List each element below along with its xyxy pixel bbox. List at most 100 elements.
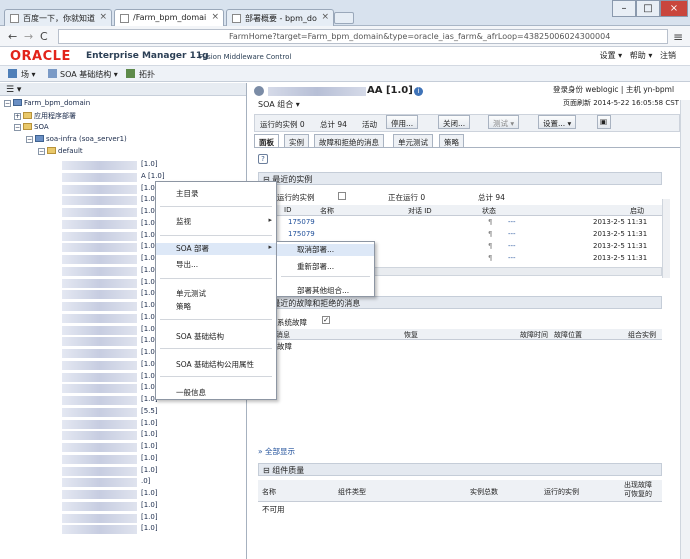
close-icon[interactable]: × [321,12,329,22]
farm-menu[interactable]: 场 ▾ [21,69,36,80]
list-icon[interactable]: ☰ ▾ [6,85,21,95]
menu-item-home[interactable]: 主目录 [156,188,276,199]
menu-item-policies[interactable]: 策略 [156,301,276,312]
composite-icon [254,86,264,96]
tab-instances[interactable]: 实例 [284,134,309,147]
tab-faults[interactable]: 故障和拒绝的消息 [314,134,384,147]
menu-item-soa-infrastructure[interactable]: SOA 基础结构 [156,331,276,342]
tree-node-apps[interactable]: + 应用程序部署 [14,111,76,121]
shutdown-button[interactable]: 关闭... [438,115,471,129]
collapse-icon[interactable]: − [26,136,33,143]
composite-version[interactable]: [1.0] [141,466,158,474]
back-icon[interactable]: ← [8,30,17,43]
menu-item-unit-test[interactable]: 单元测试 [156,288,276,299]
folder-icon [23,112,32,119]
tree-node-soa[interactable]: − SOA [14,123,49,131]
running-instances-count: 0 [299,120,305,129]
browser-tab-farm[interactable]: /Farm_bpm_domai × [114,9,224,26]
logout-link[interactable]: 注销 [660,51,676,60]
redacted-composite-name [62,513,137,523]
soa-infrastructure-menu[interactable]: SOA 基础结构 ▾ [60,69,118,80]
redacted-composite-name [62,443,137,452]
tree-node-default[interactable]: − default [38,147,83,155]
browser-tab-baidu[interactable]: 百度一下，你就知道 × [4,9,112,26]
composite-version[interactable]: [1.0] [141,430,158,438]
tab-dashboard[interactable]: 面板 [254,134,279,147]
menu-item-soa-deploy[interactable]: SOA 部署 ▸ [156,243,276,255]
main-toolbar: 场 ▾ SOA 基础结构 ▾ 拓扑 [0,65,690,82]
tree-node-soa-infra[interactable]: − soa-infra (soa_server1) [26,135,127,143]
export-icon[interactable]: ▣ [597,115,611,129]
collapse-icon[interactable]: − [4,100,11,107]
show-all-link[interactable]: » 全部显示 [258,446,295,457]
favicon-icon [232,14,241,23]
settings-button[interactable]: 设置... ▾ [538,115,577,129]
collapse-icon[interactable]: − [14,124,21,131]
redacted-composite-name [62,231,137,241]
tab-policies[interactable]: 策略 [439,134,464,147]
tab-unit-test[interactable]: 单元测试 [393,134,433,147]
info-icon[interactable]: i [414,87,423,96]
collapse-icon[interactable]: ⊟ [263,466,270,475]
window-close-button[interactable]: × [660,0,688,17]
menu-item-export[interactable]: 导出... [156,259,276,270]
composite-version[interactable]: [1.0] [141,442,158,450]
menu-separator [281,276,370,277]
quality-header[interactable]: ⊟ 组件质量 [258,463,662,476]
menu-item-deploy-other[interactable]: 部署其他组合... [277,285,374,296]
browser-menu-icon[interactable]: ≡ [673,30,683,44]
total-instances-label: 总计 94 [320,120,347,129]
url-input[interactable]: FarmHome?target=Farm_bpm_domain&type=ora… [58,29,668,44]
table-row[interactable]: 175079 ¶ --- 2013-2-5 11:31 [258,217,662,229]
browser-tab-deploy[interactable]: 部署概要 - bpm_do × [226,9,334,26]
forward-icon[interactable]: → [24,30,33,43]
table-row[interactable]: 175079 ¶ --- 2013-2-5 11:31 [258,229,662,241]
composite-version[interactable]: [1.0] [141,489,158,497]
close-icon[interactable]: × [211,12,219,22]
help-menu[interactable]: 帮助 ▾ [630,51,653,60]
menu-item-redeploy[interactable]: 重新部署... [277,261,374,272]
retire-button[interactable]: 停用... [386,115,419,129]
help-icon[interactable]: ? [258,154,268,164]
menu-item-undeploy[interactable]: 取消部署... [277,244,374,256]
composite-version[interactable]: [1.0] [141,524,158,532]
expand-icon[interactable]: + [14,113,21,120]
recent-instances-header[interactable]: ⊟ 最近的实例 [258,172,662,185]
domain-icon [13,99,22,106]
vertical-scrollbar[interactable] [662,199,670,278]
composite-version[interactable]: .0] [141,477,150,485]
menu-item-monitor[interactable]: 监视 ▸ [156,216,276,227]
menu-separator [160,376,272,377]
soa-composite-menu[interactable]: SOA 组合 ▾ [258,99,300,110]
composite-version[interactable]: [1.0] [141,454,158,462]
menu-item-common-properties[interactable]: SOA 基础结构公用属性 [156,359,276,370]
composite-version[interactable]: [1.0] [141,513,158,521]
settings-menu[interactable]: 设置 ▾ [600,51,623,60]
status-icon: ¶ [488,218,493,226]
page-scrollbar[interactable] [680,100,690,559]
close-icon[interactable]: × [99,12,107,22]
redacted-composite-name [62,396,137,405]
menu-item-general-info[interactable]: 一般信息 [156,387,276,398]
topology-link[interactable]: 拓扑 [139,69,155,80]
redacted-composite-name [62,313,137,323]
redacted-composite-name [62,266,137,276]
show-running-checkbox[interactable] [338,192,346,200]
collapse-icon[interactable]: − [38,148,45,155]
tree-node-domain[interactable]: − Farm_bpm_domain [4,99,90,107]
test-button[interactable]: 测试 ▾ [488,115,520,129]
faults-header[interactable]: ⊟ 最近的故障和拒绝的消息 [258,296,662,309]
composite-version[interactable]: [1.0] [141,501,158,509]
composite-version[interactable]: A [1.0] [141,172,165,180]
composite-version[interactable]: [1.0] [141,160,158,168]
composite-version[interactable]: [1.0] [141,419,158,427]
redacted-composite-name [62,219,137,229]
new-tab-button[interactable] [334,12,354,24]
reload-icon[interactable]: C [40,30,48,43]
show-system-faults-checkbox[interactable]: ✓ [322,316,330,324]
status-icon: ¶ [488,242,493,250]
minimize-button[interactable]: – [612,0,636,17]
redacted-composite-name [62,384,137,394]
composite-version[interactable]: [5.5] [141,407,158,415]
maximize-button[interactable]: □ [636,0,660,17]
